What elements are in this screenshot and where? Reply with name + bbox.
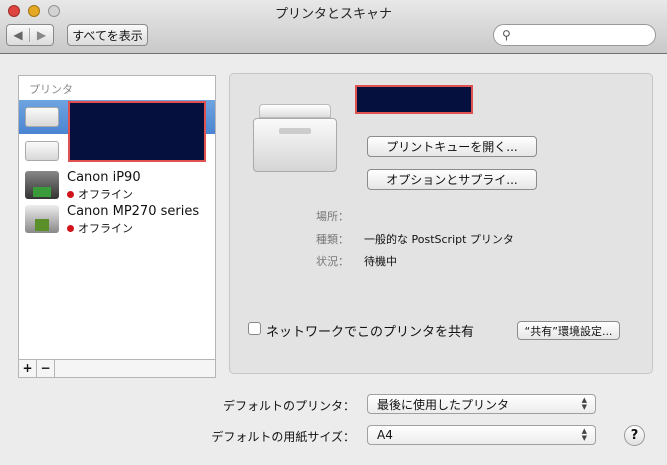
select-arrows-icon: ▲ ▼: [581, 427, 587, 442]
offline-status-icon: [67, 190, 74, 198]
options-supplies-button[interactable]: オプションとサプライ...: [367, 169, 537, 190]
status-value: 待機中: [364, 255, 397, 268]
title-bar: プリンタとスキャナ ◀ ▶ すべてを表示 ⚲: [0, 0, 667, 54]
offline-status-icon: [67, 224, 74, 232]
help-button[interactable]: ?: [624, 425, 645, 446]
list-header: プリンタ: [29, 83, 73, 96]
laser-printer-icon: [253, 104, 337, 174]
redacted-region: [355, 85, 473, 114]
kind-label: 種類：: [316, 233, 349, 246]
default-printer-select[interactable]: 最後に使用したプリンタ ▲ ▼: [367, 394, 596, 414]
printer-item[interactable]: Canon MP270 series オフライン: [19, 202, 215, 236]
printer-status: オフライン: [67, 220, 133, 236]
laser-printer-icon: [25, 107, 59, 127]
open-print-queue-button[interactable]: プリントキューを開く...: [367, 136, 537, 157]
inkjet-printer-icon: [25, 171, 59, 199]
printer-name: Canon iP90: [67, 170, 141, 185]
search-input[interactable]: ⚲: [493, 24, 656, 46]
sharing-preferences-button[interactable]: “共有”環境設定...: [517, 321, 620, 340]
window-title: プリンタとスキャナ: [274, 7, 392, 22]
show-all-button[interactable]: すべてを表示: [67, 24, 148, 46]
back-forward-control: ◀ ▶: [6, 24, 54, 46]
laser-printer-icon: [25, 141, 59, 161]
select-arrows-icon: ▲ ▼: [581, 396, 587, 411]
multifunction-printer-icon: [25, 205, 59, 233]
status-label: 状況：: [316, 255, 349, 268]
printer-item[interactable]: Canon iP90 オフライン: [19, 168, 215, 202]
add-printer-button[interactable]: +: [19, 360, 37, 377]
list-footer: + −: [19, 359, 215, 377]
default-printer-label: デフォルトのプリンタ：: [222, 399, 355, 413]
forward-button[interactable]: ▶: [30, 28, 53, 42]
back-button[interactable]: ◀: [7, 28, 31, 42]
search-icon: ⚲: [502, 28, 511, 42]
share-printer-checkbox[interactable]: [248, 322, 261, 335]
redacted-region: [68, 101, 206, 162]
share-printer-label[interactable]: ネットワークでこのプリンタを共有: [266, 321, 474, 340]
location-label: 場所：: [316, 210, 349, 223]
printer-name: Canon MP270 series: [67, 204, 200, 219]
printer-status: オフライン: [67, 186, 133, 202]
paper-size-select[interactable]: A4 ▲ ▼: [367, 425, 596, 445]
paper-size-label: デフォルトの用紙サイズ：: [211, 430, 355, 444]
remove-printer-button[interactable]: −: [37, 360, 55, 377]
kind-value: 一般的な PostScript プリンタ: [364, 233, 514, 246]
